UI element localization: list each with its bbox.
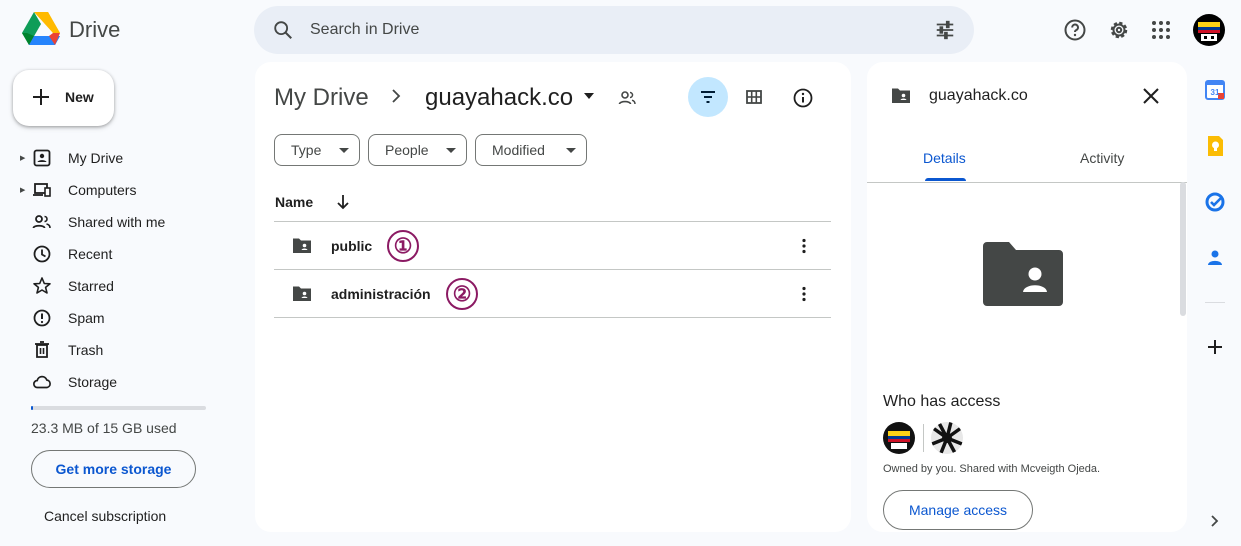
chip-label: People (385, 142, 429, 158)
clock-icon (33, 245, 51, 263)
tasks-icon[interactable] (1204, 191, 1226, 213)
shared-folder-icon (293, 286, 311, 301)
app-title: Drive (69, 17, 121, 42)
search-bar[interactable]: Search in Drive (254, 6, 974, 54)
sidebar-item-trash[interactable]: Trash (20, 334, 240, 366)
shared-folder-icon (293, 238, 311, 253)
grid-view-icon[interactable] (744, 87, 764, 107)
filter-chip-people[interactable]: People (368, 134, 467, 166)
manage-access-button[interactable]: Manage access (883, 490, 1033, 530)
sidebar-item-label: Storage (68, 374, 118, 390)
owner-avatar[interactable] (883, 422, 915, 454)
divider (274, 317, 831, 318)
sidebar-item-label: Recent (68, 246, 113, 262)
cloud-icon (33, 375, 51, 389)
computer-icon (33, 183, 51, 197)
tab-activity[interactable]: Activity (1080, 150, 1124, 166)
add-addon-plus-icon[interactable] (1204, 336, 1226, 358)
sidebar-item-label: Trash (68, 342, 104, 358)
filter-chip-type[interactable]: Type (274, 134, 360, 166)
table-row[interactable]: administración ② (274, 270, 831, 318)
more-vert-icon[interactable] (794, 236, 814, 256)
storage-bar (31, 406, 206, 410)
dropdown-arrow-icon (566, 148, 576, 153)
info-icon[interactable] (792, 87, 814, 109)
sidebar-item-label: My Drive (68, 150, 124, 166)
star-icon (33, 277, 51, 294)
sidebar-item-starred[interactable]: Starred (20, 270, 240, 302)
details-panel: guayahack.co Details Activity Who has ac… (867, 62, 1187, 532)
chip-label: Modified (492, 142, 545, 158)
sidebar-item-recent[interactable]: Recent (20, 238, 240, 270)
annotation-badge: ② (446, 278, 478, 310)
cancel-subscription-link[interactable]: Cancel subscription (44, 508, 166, 524)
new-button-label: New (65, 89, 94, 105)
folder-menu-dropdown-icon[interactable] (582, 91, 596, 101)
account-avatar[interactable] (1193, 14, 1225, 46)
expand-arrow-icon[interactable]: ▶ (20, 186, 28, 194)
search-options-icon[interactable] (934, 19, 956, 41)
chevron-right-expand-icon[interactable] (1204, 510, 1226, 532)
dropdown-arrow-icon (339, 148, 349, 153)
sidebar-item-spam[interactable]: Spam (20, 302, 240, 334)
shared-user-avatar[interactable] (931, 422, 963, 454)
keep-icon[interactable] (1204, 135, 1226, 157)
sidebar-item-my-drive[interactable]: ▶ My Drive (20, 142, 240, 174)
divider (1205, 302, 1225, 303)
calendar-icon[interactable]: 31 (1204, 79, 1226, 101)
shared-people-icon (32, 215, 51, 229)
more-vert-icon[interactable] (794, 284, 814, 304)
help-icon[interactable] (1063, 18, 1087, 42)
file-name: administración (331, 286, 431, 302)
drive-logo-icon[interactable] (22, 12, 60, 46)
filter-chip-modified[interactable]: Modified (475, 134, 587, 166)
sidebar-item-label: Starred (68, 278, 114, 294)
my-drive-icon (33, 149, 51, 167)
scrollbar[interactable] (1180, 182, 1186, 316)
sort-arrow-down-icon[interactable] (335, 193, 351, 211)
close-icon[interactable] (1139, 84, 1163, 108)
sidebar-item-storage[interactable]: Storage (20, 366, 240, 398)
sidebar-item-label: Spam (68, 310, 105, 326)
get-more-storage-button[interactable]: Get more storage (31, 450, 196, 488)
column-header-name[interactable]: Name (275, 194, 313, 210)
table-row[interactable]: public ① (274, 222, 831, 270)
sidebar-item-computers[interactable]: ▶ Computers (20, 174, 240, 206)
storage-bar-fill (31, 406, 33, 410)
chevron-right-icon (388, 88, 404, 104)
tab-details[interactable]: Details (923, 150, 966, 166)
annotation-badge: ① (387, 230, 419, 262)
sidebar-item-label: Shared with me (68, 214, 166, 230)
sidebar-item-label: Computers (68, 182, 137, 198)
shared-folder-people-icon[interactable] (617, 88, 637, 108)
active-tab-indicator (925, 178, 966, 181)
contacts-icon[interactable] (1204, 247, 1226, 269)
sidebar-item-shared[interactable]: Shared with me (20, 206, 240, 238)
filter-toggle-button[interactable] (688, 77, 728, 117)
folder-preview-icon (983, 242, 1063, 306)
storage-usage-text: 23.3 MB of 15 GB used (31, 420, 177, 436)
file-name: public (331, 238, 373, 254)
file-list-panel: My Drive guayahack.co Type People Modifi… (255, 62, 851, 532)
breadcrumb-current-folder[interactable]: guayahack.co (425, 84, 573, 112)
spam-icon (33, 309, 51, 327)
details-title: guayahack.co (929, 87, 1028, 104)
filter-icon (701, 91, 715, 103)
dropdown-arrow-icon (446, 148, 456, 153)
search-input[interactable]: Search in Drive (310, 21, 419, 39)
svg-text:31: 31 (1211, 88, 1220, 97)
expand-arrow-icon[interactable]: ▶ (20, 154, 28, 162)
trash-icon (35, 341, 49, 358)
who-has-access-heading: Who has access (883, 393, 1001, 410)
settings-gear-icon[interactable] (1107, 18, 1131, 42)
chip-label: Type (291, 142, 322, 158)
new-button[interactable]: New (13, 70, 114, 126)
apps-grid-icon[interactable] (1149, 18, 1173, 42)
breadcrumb-my-drive[interactable]: My Drive (274, 84, 369, 112)
shared-folder-icon (891, 86, 911, 104)
divider (867, 182, 1187, 183)
owner-sharing-text: Owned by you. Shared with Mcveigth Ojeda… (883, 463, 1101, 475)
search-icon[interactable] (272, 19, 294, 41)
divider (923, 424, 924, 452)
